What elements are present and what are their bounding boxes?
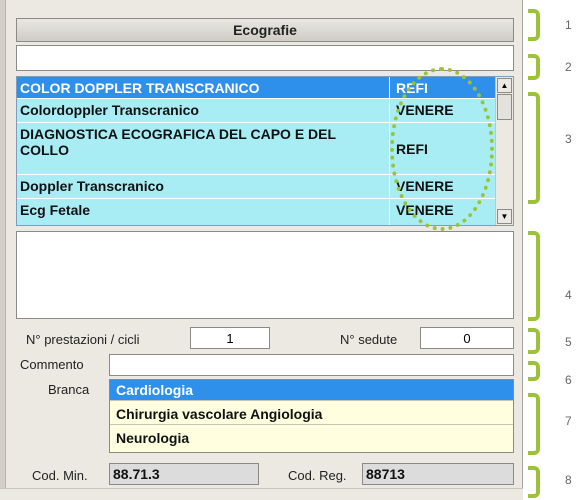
callout-number: 3 <box>565 132 572 146</box>
section-title: Ecografie <box>16 18 514 42</box>
exam-name: DIAGNOSTICA ECOGRAFICA DEL CAPO E DEL CO… <box>17 123 390 174</box>
callout-number: 2 <box>565 60 572 74</box>
exam-row[interactable]: DIAGNOSTICA ECOGRAFICA DEL CAPO E DEL CO… <box>17 123 497 175</box>
form-bottom-edge <box>0 488 523 500</box>
callout-bracket <box>528 328 540 354</box>
callout-number: 8 <box>565 473 572 487</box>
callout-bracket <box>528 231 540 321</box>
notes-textarea[interactable] <box>16 231 514 319</box>
callout-number: 1 <box>565 18 572 32</box>
exam-row[interactable]: Doppler Transcranico VENERE <box>17 175 497 199</box>
exam-lab: VENERE <box>396 178 454 194</box>
scroll-down-icon[interactable]: ▼ <box>497 209 512 224</box>
exam-lab: REFI <box>396 80 428 96</box>
comment-input[interactable] <box>109 354 514 376</box>
sedute-input[interactable] <box>420 327 514 349</box>
exam-name: COLOR DOPPLER TRANSCRANICO <box>17 77 390 98</box>
exam-name: Ecg Fetale <box>17 199 390 225</box>
callout-bracket <box>528 361 540 381</box>
cod-reg-field: 88713 <box>362 463 514 485</box>
exam-name: Colordoppler Transcranico <box>17 99 390 122</box>
comment-label: Commento <box>20 357 84 372</box>
callout-number: 6 <box>565 373 572 387</box>
exam-list[interactable]: COLOR DOPPLER TRANSCRANICO REFI Colordop… <box>16 76 514 226</box>
callout-bracket <box>528 466 540 498</box>
exam-name: Doppler Transcranico <box>17 175 390 198</box>
prestazioni-label: N° prestazioni / cicli <box>26 332 140 347</box>
prestazioni-input[interactable] <box>190 327 270 349</box>
cod-min-value: 88.71.3 <box>113 466 160 482</box>
callout-bracket <box>528 393 540 455</box>
branch-option[interactable]: Chirurgia vascolare Angiologia <box>110 404 513 425</box>
callout-number: 5 <box>565 335 572 349</box>
callout-number: 4 <box>565 288 572 302</box>
branch-label: Branca <box>48 382 90 397</box>
callout-number: 7 <box>565 414 572 428</box>
branch-option[interactable]: Neurologia <box>110 428 513 449</box>
cod-reg-value: 88713 <box>366 466 405 482</box>
callout-bracket <box>528 92 540 204</box>
branch-list[interactable]: Cardiologia Chirurgia vascolare Angiolog… <box>109 379 514 453</box>
exam-row[interactable]: Ecg Fetale VENERE <box>17 199 497 225</box>
exam-row[interactable]: Colordoppler Transcranico VENERE <box>17 99 497 123</box>
exam-lab: VENERE <box>396 202 454 218</box>
exam-search-input[interactable] <box>16 45 514 71</box>
sedute-label: N° sedute <box>340 332 398 347</box>
exam-lab: VENERE <box>396 102 454 118</box>
cod-min-label: Cod. Min. <box>32 468 88 483</box>
branch-option[interactable]: Cardiologia <box>110 380 513 401</box>
exam-lab: REFI <box>396 140 428 157</box>
cod-min-field: 88.71.3 <box>109 463 259 485</box>
exam-row[interactable]: COLOR DOPPLER TRANSCRANICO REFI <box>17 77 497 99</box>
callout-bracket <box>528 9 540 41</box>
cod-reg-label: Cod. Reg. <box>288 468 347 483</box>
scroll-thumb[interactable] <box>497 94 512 120</box>
callout-bracket <box>528 54 540 80</box>
scroll-up-icon[interactable]: ▲ <box>497 78 512 93</box>
exam-list-scrollbar[interactable]: ▲ ▼ <box>495 77 513 225</box>
